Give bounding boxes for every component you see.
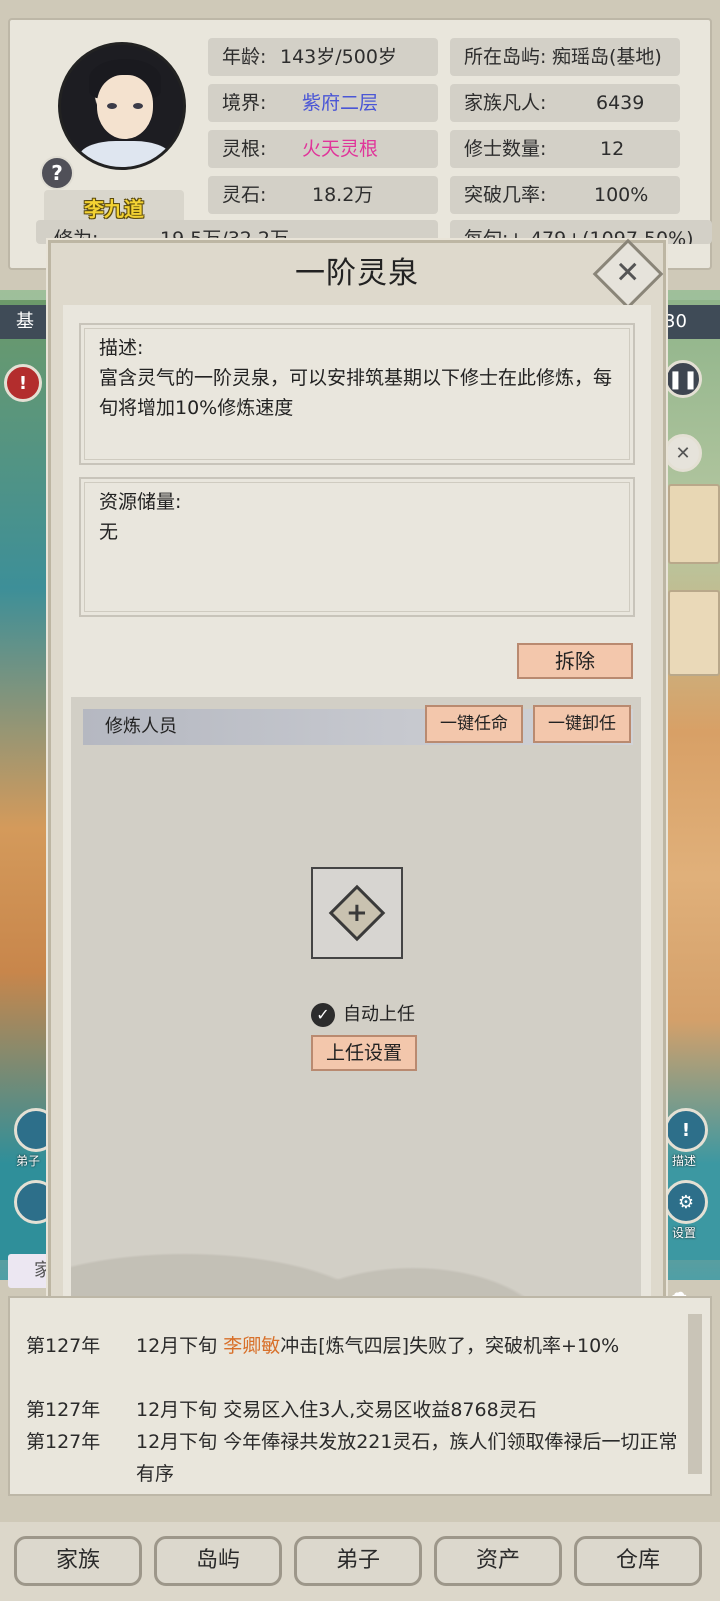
resource-heading: 资源储量: bbox=[99, 491, 182, 513]
age-label: 年龄: bbox=[222, 46, 267, 68]
appoint-setting-button[interactable]: 上任设置 bbox=[311, 1035, 417, 1071]
resource-value: 无 bbox=[99, 521, 119, 543]
character-avatar[interactable] bbox=[58, 42, 186, 170]
root-label: 灵根: bbox=[222, 138, 267, 160]
bottom-navigation: 家族 岛屿 弟子 资产 仓库 bbox=[0, 1522, 720, 1601]
realm-label: 境界: bbox=[222, 92, 267, 114]
age-stat: 年龄: 143岁/500岁 bbox=[208, 38, 438, 76]
log-year: 第127年 bbox=[26, 1431, 101, 1453]
cultivators-value: 12 bbox=[600, 138, 625, 160]
demolish-button[interactable]: 拆除 bbox=[517, 643, 633, 679]
modal-body: 描述: 富含灵气的一阶灵泉，可以安排筑基期以下修士在此修炼，每旬将增加10%修炼… bbox=[63, 305, 651, 1333]
island-value: 痴瑶岛(基地) bbox=[552, 46, 662, 68]
stone-label: 灵石: bbox=[222, 184, 267, 206]
modal-title: 一阶灵泉 bbox=[295, 256, 419, 291]
character-status-panel: ? 李九道 年龄: 143岁/500岁 境界: 紫府二层 灵根: 火天灵根 灵石… bbox=[8, 18, 712, 270]
age-value: 143岁/500岁 bbox=[280, 46, 397, 68]
help-icon[interactable]: ? bbox=[40, 156, 74, 190]
dismiss-all-button[interactable]: 一键卸任 bbox=[533, 705, 631, 743]
mortals-value: 6439 bbox=[596, 92, 645, 114]
disciple-label: 弟子 bbox=[16, 1154, 41, 1168]
realm-stat: 境界: 紫府二层 bbox=[208, 84, 438, 122]
log-year: 第127年 bbox=[26, 1399, 101, 1421]
mortals-stat: 家族凡人: 6439 bbox=[450, 84, 680, 122]
description-heading: 描述: bbox=[99, 337, 144, 359]
map-tab-right: 30 bbox=[664, 305, 720, 339]
crossed-swords-icon[interactable]: ✕ bbox=[664, 434, 702, 472]
family-tab-partial[interactable]: 家 bbox=[8, 1254, 52, 1288]
cultivators-stat: 修士数量: 12 bbox=[450, 130, 680, 168]
gear-icon[interactable]: ⚙ bbox=[664, 1180, 708, 1224]
exclamation-icon[interactable]: ! bbox=[664, 1108, 708, 1152]
alert-icon[interactable]: ! bbox=[4, 364, 42, 402]
setting-label: 设置 bbox=[672, 1226, 697, 1240]
auto-appoint-label: 自动上任 bbox=[343, 1004, 415, 1025]
description-text: 富含灵气的一阶灵泉，可以安排筑基期以下修士在此修炼，每旬将增加10%修炼速度 bbox=[99, 367, 613, 419]
log-message: 12月下旬 李卿敏冲击[炼气四层]失败了，突破机率+10% bbox=[136, 1335, 620, 1357]
event-log-panel: 第127年 12月下旬 李卿敏冲击[炼气四层]失败了，突破机率+10% 第127… bbox=[8, 1296, 712, 1496]
island-stat: 所在岛屿: 痴瑶岛(基地) bbox=[450, 38, 680, 76]
resource-box: 资源储量: 无 bbox=[78, 476, 636, 618]
log-person-link[interactable]: 李卿敏 bbox=[223, 1335, 280, 1357]
breakthrough-stat: 突破几率: 100% bbox=[450, 176, 680, 214]
add-cultivator-slot[interactable]: + bbox=[311, 867, 403, 959]
close-icon: ✕ bbox=[615, 255, 641, 291]
auto-appoint-checkbox[interactable]: ✓ bbox=[311, 1003, 335, 1027]
plus-icon: + bbox=[328, 884, 386, 942]
appoint-all-button[interactable]: 一键任命 bbox=[425, 705, 523, 743]
stone-stat: 灵石: 18.2万 bbox=[208, 176, 438, 214]
staff-title: 修炼人员 bbox=[105, 716, 177, 737]
building-tile-1[interactable] bbox=[668, 484, 720, 564]
map-tab-base[interactable]: 基地 bbox=[0, 305, 48, 339]
mortals-label: 家族凡人: bbox=[464, 92, 547, 114]
nav-warehouse[interactable]: 仓库 bbox=[574, 1536, 702, 1586]
nav-disciples[interactable]: 弟子 bbox=[294, 1536, 422, 1586]
log-scrollbar[interactable] bbox=[688, 1314, 702, 1474]
description-box: 描述: 富含灵气的一阶灵泉，可以安排筑基期以下修士在此修炼，每旬将增加10%修炼… bbox=[78, 322, 636, 466]
cultivators-label: 修士数量: bbox=[464, 138, 547, 160]
log-year: 第127年 bbox=[26, 1335, 101, 1357]
cultivator-staff-panel: 修炼人员 一键任命 一键卸任 + ✓ 自动上任 上任设置 bbox=[71, 697, 641, 1323]
breakthrough-label: 突破几率: bbox=[464, 184, 547, 206]
nav-family[interactable]: 家族 bbox=[14, 1536, 142, 1586]
log-message: 12月下旬 交易区入住3人,交易区收益8768灵石 bbox=[136, 1399, 537, 1421]
root-value: 火天灵根 bbox=[302, 138, 379, 160]
island-label: 所在岛屿: bbox=[464, 46, 547, 68]
nav-island[interactable]: 岛屿 bbox=[154, 1536, 282, 1586]
building-tile-2[interactable] bbox=[668, 590, 720, 676]
root-stat: 灵根: 火天灵根 bbox=[208, 130, 438, 168]
breakthrough-value: 100% bbox=[594, 184, 649, 206]
realm-value: 紫府二层 bbox=[302, 92, 379, 114]
auto-appoint-row[interactable]: ✓ 自动上任 bbox=[311, 1001, 415, 1029]
stone-value: 18.2万 bbox=[312, 184, 374, 206]
describe-label: 描述 bbox=[672, 1154, 697, 1168]
pause-icon[interactable]: ❚❚ bbox=[664, 360, 702, 398]
nav-assets[interactable]: 资产 bbox=[434, 1536, 562, 1586]
log-message: 12月下旬 今年俸禄共发放221灵石，族人们领取俸禄后一切正常有序 bbox=[136, 1431, 678, 1485]
spring-building-modal: 一阶灵泉 ✕ 描述: 富含灵气的一阶灵泉，可以安排筑基期以下修士在此修炼，每旬将… bbox=[48, 238, 666, 1340]
